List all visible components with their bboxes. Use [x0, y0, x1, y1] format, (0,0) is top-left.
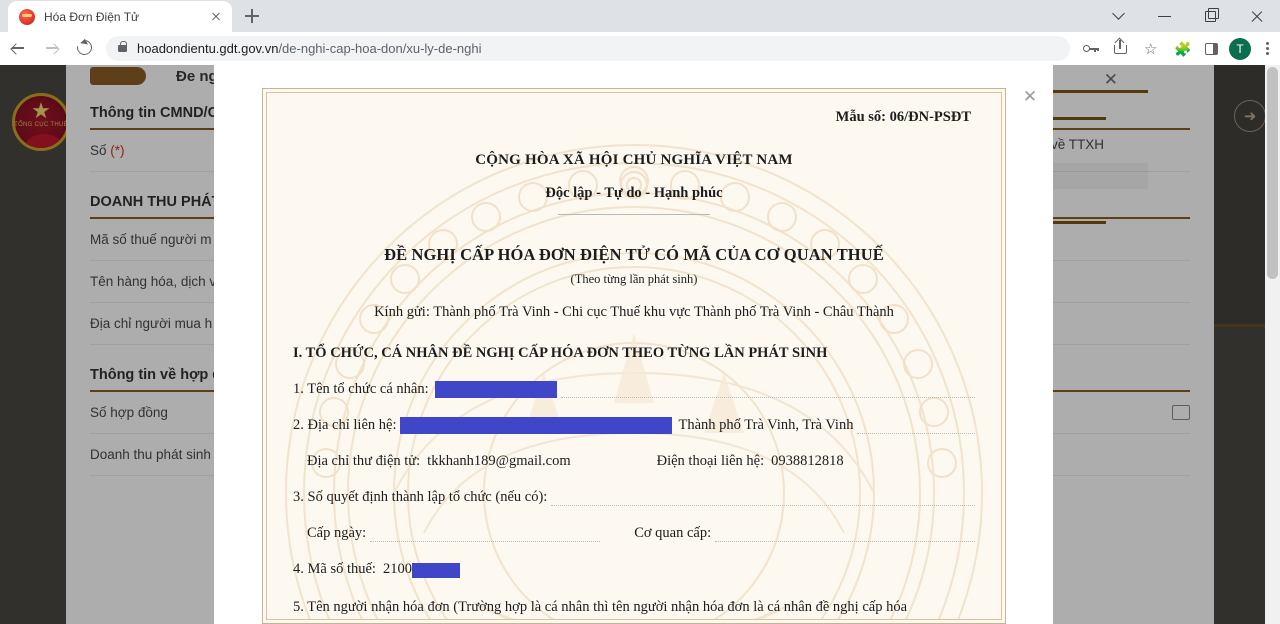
back-button[interactable] — [0, 32, 34, 65]
issue-authority-label: Cơ quan cấp: — [634, 525, 712, 541]
extensions-puzzle-icon[interactable]: 🧩 — [1166, 32, 1196, 65]
divider — [558, 214, 710, 215]
site-favicon — [19, 8, 35, 25]
field-label: 2. Địa chỉ liên hệ: — [293, 417, 397, 433]
field-label: 3. Số quyết định thành lập tổ chức (nếu … — [293, 489, 548, 505]
close-window-button[interactable] — [1234, 0, 1280, 32]
tab-strip: Hóa Đơn Điện Tử — [0, 0, 1280, 32]
new-tab-button[interactable] — [238, 2, 266, 30]
page-viewport: TỔNG CỤC THUẾ Đe nghị c Thông tin CMND/C… — [0, 65, 1280, 624]
field-org-name: 1. Tên tổ chức cá nhân: — [293, 381, 975, 398]
reload-button[interactable] — [68, 32, 102, 65]
share-icon[interactable] — [1106, 32, 1136, 65]
dotted-line — [857, 419, 975, 434]
document-subtitle: (Theo từng lần phát sinh) — [570, 272, 698, 286]
phone-value: 0938812818 — [771, 453, 844, 469]
field-label: 4. Mã số thuế: — [293, 561, 376, 577]
document-border: Mẫu số: 06/ĐN-PSĐT CỘNG HÒA XÃ HỘI CHỦ N… — [266, 92, 1002, 620]
lock-icon — [118, 40, 128, 52]
document-paper: Mẫu số: 06/ĐN-PSĐT CỘNG HÒA XÃ HỘI CHỦ N… — [262, 88, 1006, 624]
avatar[interactable]: T — [1229, 37, 1251, 60]
field-value-suffix: Thành phố Trà Vinh, Trà Vinh — [678, 417, 854, 433]
document-content: Mẫu số: 06/ĐN-PSĐT CỘNG HÒA XÃ HỘI CHỦ N… — [267, 93, 1001, 619]
tab-title: Hóa Đơn Điện Tử — [44, 9, 140, 24]
chevron-down-icon[interactable] — [1096, 0, 1142, 32]
field-contact-address: 2. Địa chỉ liên hệ: Thành phố Trà Vinh, … — [293, 417, 975, 434]
dotted-line — [560, 383, 975, 398]
url-text: hoadondientu.gdt.gov.vn/de-nghi-cap-hoa-… — [137, 41, 482, 56]
forward-button[interactable] — [34, 32, 68, 65]
field-label: 1. Tên tổ chức cá nhân: — [293, 381, 429, 397]
tax-code-prefix: 2100 — [382, 561, 412, 577]
dotted-line — [551, 491, 975, 506]
browser-tab[interactable]: Hóa Đơn Điện Tử — [8, 1, 232, 32]
address-bar[interactable]: hoadondientu.gdt.gov.vn/de-nghi-cap-hoa-… — [106, 36, 1070, 61]
bookmark-star-icon[interactable]: ☆ — [1136, 32, 1166, 65]
field-issue-date-authority: Cấp ngày: Cơ quan cấp: — [293, 525, 975, 542]
side-panel-icon[interactable] — [1196, 32, 1226, 65]
kebab-menu-icon[interactable] — [1254, 32, 1280, 65]
window-controls — [1096, 0, 1280, 32]
form-code: Mẫu số: 06/ĐN-PSĐT — [835, 109, 971, 125]
dotted-line — [370, 527, 601, 542]
dotted-line — [715, 527, 975, 542]
email-value: tkkhanh189@gmail.com — [427, 453, 571, 469]
field-decision-number: 3. Số quyết định thành lập tổ chức (nếu … — [293, 489, 975, 506]
url-path: /de-nghi-cap-hoa-don/xu-ly-de-nghi — [278, 41, 482, 56]
redacted-value — [434, 381, 557, 398]
addressed-to: Kính gửi: Thành phố Trà Vinh - Chi cục T… — [374, 304, 894, 320]
field-receiver-name-note: 5. Tên người nhận hóa đơn (Trường hợp là… — [293, 599, 908, 615]
republic-line: CỘNG HÒA XÃ HỘI CHỦ NGHĨA VIỆT NAM — [475, 152, 793, 168]
tab-close-icon[interactable] — [208, 9, 224, 25]
maximize-button[interactable] — [1188, 0, 1234, 32]
email-label: Địa chỉ thư điện tử: — [307, 453, 421, 469]
field-email-phone: Địa chỉ thư điện tử: tkkhanh189@gmail.co… — [293, 453, 975, 470]
key-icon[interactable] — [1076, 32, 1106, 65]
phone-label: Điện thoại liên hệ: — [656, 453, 765, 469]
section-i-heading: I. TỔ CHỨC, CÁ NHÂN ĐỀ NGHỊ CẤP HÓA ĐƠN … — [293, 345, 828, 361]
scrollbar-thumb[interactable] — [1267, 67, 1278, 279]
modal-close-icon[interactable]: ✕ — [1020, 87, 1040, 107]
page-scrollbar[interactable] — [1265, 65, 1280, 624]
browser-window: Hóa Đơn Điện Tử hoadondientu.gdt.gov.vn/… — [0, 0, 1280, 624]
document-preview-modal: ✕ Mẫu số: 06/ĐN-PSĐT CỘNG HÒA XÃ HỘI CHỦ… — [214, 65, 1053, 624]
document-title: ĐỀ NGHỊ CẤP HÓA ĐƠN ĐIỆN TỬ CÓ MÃ CỦA CƠ… — [384, 245, 884, 264]
field-tax-code: 4. Mã số thuế: 2100 — [293, 561, 975, 578]
issue-date-label: Cấp ngày: — [307, 525, 367, 541]
url-host: hoadondientu.gdt.gov.vn — [137, 41, 279, 56]
redacted-value — [411, 563, 460, 578]
motto-line: Độc lập - Tự do - Hạnh phúc — [545, 185, 723, 201]
minimize-button[interactable] — [1142, 0, 1188, 32]
redacted-value — [400, 417, 673, 434]
browser-toolbar: hoadondientu.gdt.gov.vn/de-nghi-cap-hoa-… — [0, 32, 1280, 65]
